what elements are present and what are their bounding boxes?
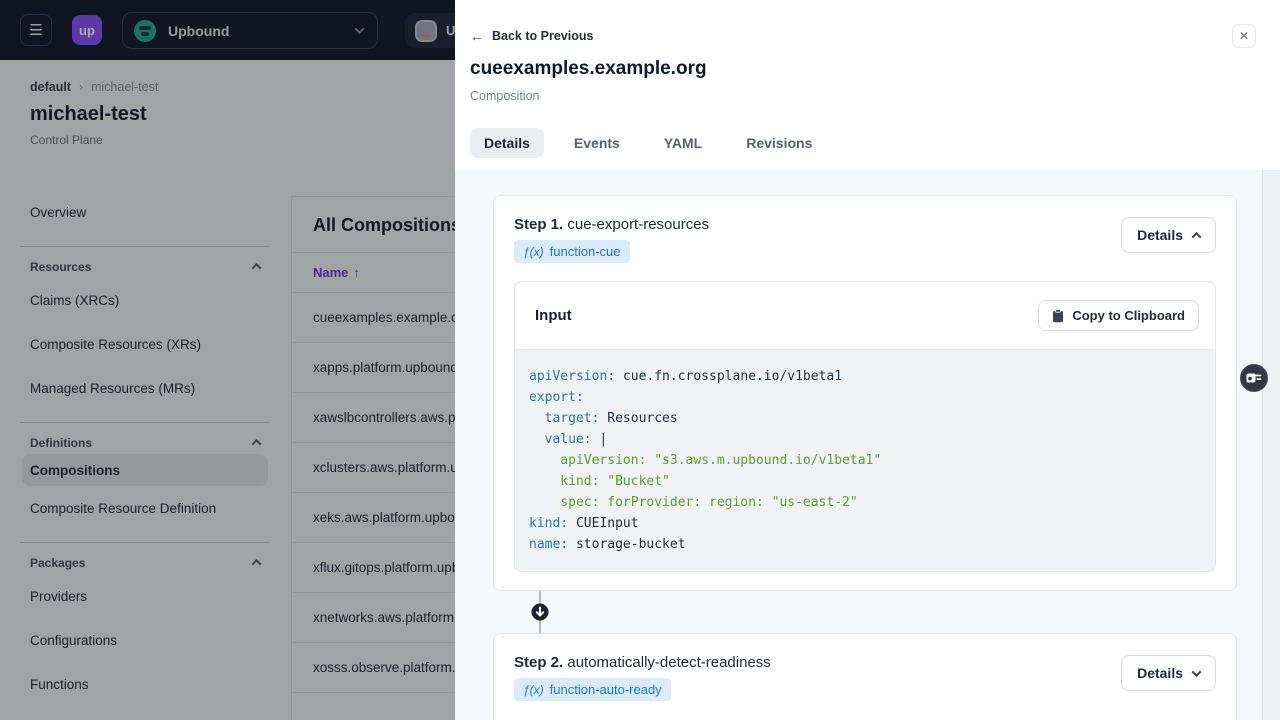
input-card-title: Input [535,307,572,324]
function-badge-label: function-cue [549,244,621,259]
resource-inspector-button[interactable] [1240,364,1268,392]
copy-button-label: Copy to Clipboard [1072,308,1185,323]
code-key: apiVersion: [529,369,616,384]
step-2-card: Step 2. automatically-detect-readiness ƒ… [493,633,1237,720]
step-2-title: Step 2. automatically-detect-readiness [514,654,1216,671]
code-key: export: [529,390,584,405]
tab[interactable]: YAML [650,128,716,158]
step-1-name: cue-export-resources [567,216,710,233]
step-1-title: Step 1. cue-export-resources [514,216,1216,233]
back-to-previous-link[interactable]: ← Back to Previous [470,28,593,44]
close-icon: ✕ [1238,29,1250,43]
step-2-header: Step 2. automatically-detect-readiness ƒ… [494,634,1236,719]
arrow-down-circle-icon [531,603,549,621]
yaml-code-block: apiVersion: cue.fn.crossplane.io/v1beta1… [515,350,1215,571]
panel-scrollbar[interactable] [1262,170,1280,720]
code-line: target: Resources [529,408,1201,429]
input-card: Input Copy to Clipboard apiVersion: cue.… [514,281,1216,572]
copy-to-clipboard-button[interactable]: Copy to Clipboard [1038,300,1199,331]
panel-content: Step 1. cue-export-resources ƒ(x) functi… [455,170,1280,720]
step-1-number: Step 1. [514,216,564,233]
clipboard-icon [1053,308,1064,322]
step-2-details-button[interactable]: Details [1121,655,1216,691]
details-button-label: Details [1137,665,1183,681]
step-2-number: Step 2. [514,654,564,671]
composition-kind-label: Composition [470,89,540,103]
code-value: CUEInput [568,516,639,531]
function-badge-label: function-auto-ready [549,682,662,697]
code-key: name: [529,537,569,552]
function-icon: ƒ(x) [523,682,544,697]
code-line: kind: CUEInput [529,513,1201,534]
tab[interactable]: Events [560,128,634,158]
code-key: kind: [529,516,569,531]
code-value: | [591,432,608,447]
tab-label: Revisions [746,135,813,151]
id-card-list-icon [1246,373,1262,383]
close-panel-button[interactable]: ✕ [1232,24,1256,48]
back-arrow-icon: ← [470,28,484,44]
step-1-card: Step 1. cue-export-resources ƒ(x) functi… [493,195,1237,591]
code-value: cue.fn.crossplane.io/v1beta1 [615,369,843,384]
chevron-up-icon [1191,231,1202,242]
details-button-label: Details [1137,227,1183,243]
back-link-label: Back to Previous [492,29,594,43]
composition-title: cueexamples.example.org [470,58,707,79]
tab[interactable]: Details [470,128,544,158]
step-2-name: automatically-detect-readiness [567,654,771,671]
code-value: spec: forProvider: region: "us-east-2" [560,495,858,510]
composition-detail-panel: ← Back to Previous ✕ cueexamples.example… [455,0,1280,720]
tab[interactable]: Revisions [732,128,826,158]
code-line: name: storage-bucket [529,534,1201,555]
function-badge[interactable]: ƒ(x) function-auto-ready [514,678,671,701]
code-value: Resources [599,411,678,426]
code-value: storage-bucket [568,537,686,552]
step-1-header: Step 1. cue-export-resources ƒ(x) functi… [494,196,1236,281]
input-card-header: Input Copy to Clipboard [515,282,1215,350]
code-value: apiVersion: "s3.aws.m.upbound.io/v1beta1… [560,453,882,468]
panel-tabs: Details Events YAML Revisions [470,128,826,158]
code-key: target: [544,411,600,426]
function-badge[interactable]: ƒ(x) function-cue [514,240,630,263]
tab-label: Events [573,135,620,151]
step-1-details-button[interactable]: Details [1121,217,1216,253]
tab-label: Details [484,135,530,151]
chevron-down-icon [1191,666,1202,677]
pipeline-connector [493,591,1237,633]
tab-label: YAML [663,135,703,151]
code-key: value: [544,432,592,447]
function-icon: ƒ(x) [523,244,544,259]
code-line: apiVersion: cue.fn.crossplane.io/v1beta1 [529,366,1201,387]
code-line: value: | [529,429,1201,450]
code-line: spec: forProvider: region: "us-east-2" [529,492,1201,513]
code-line: kind: "Bucket" [529,471,1201,492]
code-line: apiVersion: "s3.aws.m.upbound.io/v1beta1… [529,450,1201,471]
code-value: kind: "Bucket" [560,474,670,489]
code-line: export: [529,387,1201,408]
